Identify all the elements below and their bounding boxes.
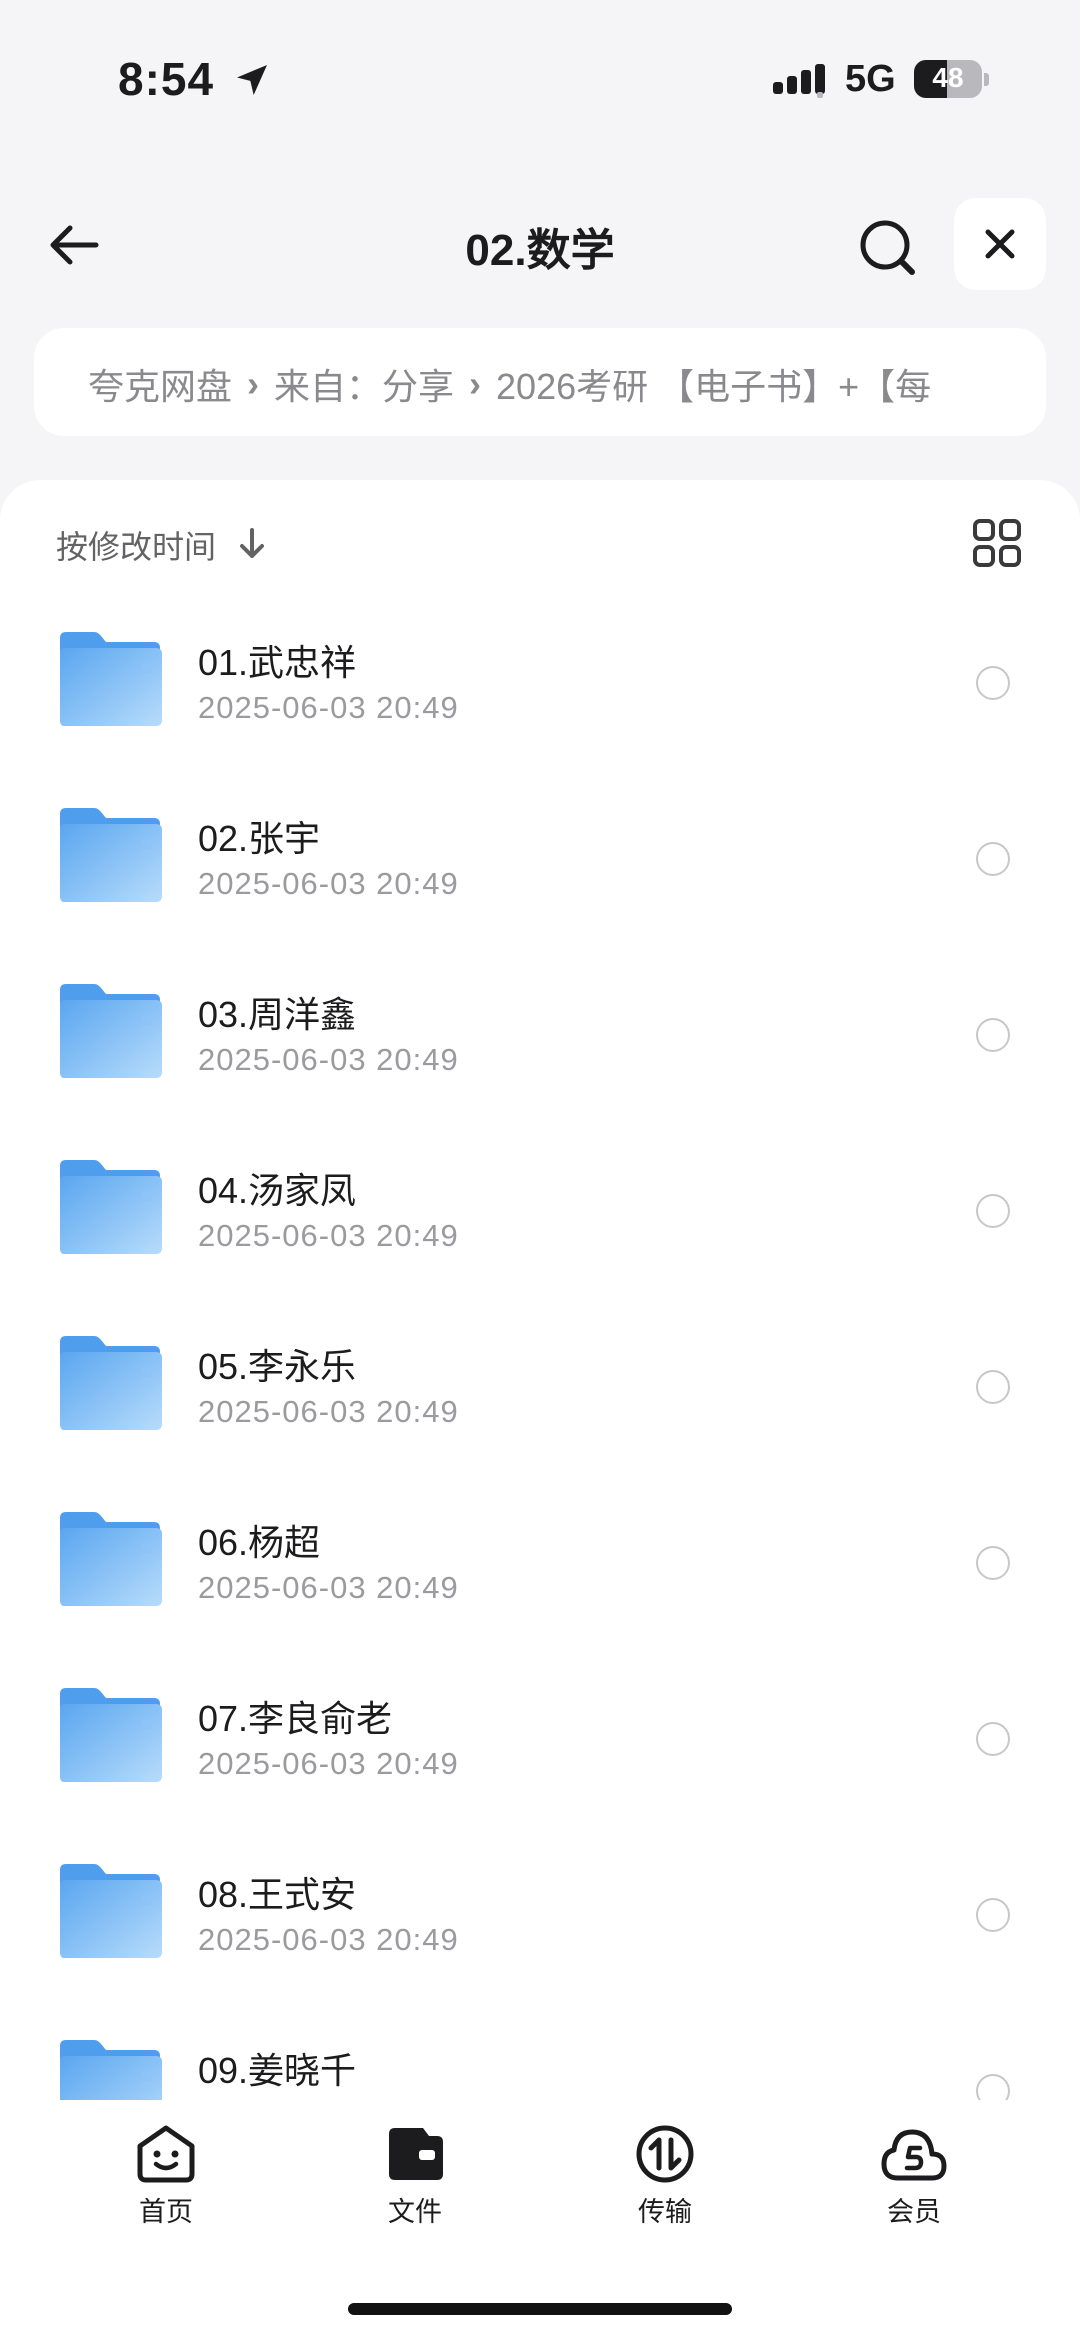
search-icon[interactable] [852, 212, 922, 282]
file-list-panel: 按修改时间 01.武忠祥 2025-06-03 20:49 02.张宇 2025-06… [0, 480, 1080, 2260]
arrow-down-icon[interactable] [236, 526, 268, 562]
sort-button[interactable]: 按修改时间 [56, 522, 216, 568]
tab-member-label: 会员 [887, 2197, 941, 2227]
list-item[interactable]: 01.武忠祥 2025-06-03 20:49 [0, 592, 1080, 768]
battery-percent: 48 [932, 62, 964, 93]
folder-icon [60, 1512, 162, 1606]
file-name: 04.汤家凤 [198, 1170, 357, 1211]
back-arrow-icon[interactable] [40, 210, 110, 280]
file-name: 02.张宇 [198, 818, 321, 859]
list-item[interactable]: 04.汤家凤 2025-06-03 20:49 [0, 1120, 1080, 1296]
folder-icon [60, 1864, 162, 1958]
folder-icon [60, 632, 162, 726]
folder-icon [60, 1336, 162, 1430]
file-date: 2025-06-03 20:49 [198, 1922, 459, 1957]
battery-icon: 48 [914, 60, 990, 98]
select-radio[interactable] [976, 1898, 1010, 1932]
list-item[interactable]: 07.李良俞老 2025-06-03 20:49 [0, 1648, 1080, 1824]
select-radio[interactable] [976, 666, 1010, 700]
wallet-icon [389, 2128, 443, 2180]
file-date: 2025-06-03 20:49 [198, 1746, 459, 1781]
list-item[interactable]: 08.王式安 2025-06-03 20:49 [0, 1824, 1080, 2000]
status-time: 8:54 [118, 53, 215, 105]
tab-files-label: 文件 [388, 2197, 442, 2227]
tab-home[interactable]: 首页 [86, 2124, 246, 2244]
folder-icon [60, 1688, 162, 1782]
file-name: 09.姜晓千 [198, 2050, 357, 2091]
breadcrumb: 夸克网盘 › 来自：分享 › 2026考研 【电子书】+【每 [34, 328, 1046, 436]
list-item[interactable]: 06.杨超 2025-06-03 20:49 [0, 1472, 1080, 1648]
tab-member[interactable]: 会员 [834, 2124, 994, 2244]
breadcrumb-item-root[interactable]: 夸克网盘 [88, 358, 232, 410]
file-date: 2025-06-03 20:49 [198, 690, 459, 725]
chevron-right-icon: › [469, 363, 482, 404]
location-arrow-icon [237, 65, 267, 95]
file-date: 2025-06-03 20:49 [198, 1218, 459, 1253]
close-button[interactable] [954, 198, 1046, 290]
status-bar: 8:54 5G 48 [0, 0, 1080, 160]
folder-icon [60, 1160, 162, 1254]
file-name: 06.杨超 [198, 1522, 321, 1563]
tab-transfer-label: 传输 [638, 2197, 692, 2227]
breadcrumb-item-folder[interactable]: 2026考研 【电子书】+【每 [496, 358, 931, 410]
tab-transfer[interactable]: 传输 [585, 2124, 745, 2244]
network-type: 5G [845, 58, 896, 100]
file-name: 07.李良俞老 [198, 1698, 393, 1739]
file-date: 2025-06-03 20:49 [198, 1570, 459, 1605]
select-radio[interactable] [976, 1722, 1010, 1756]
list-item[interactable]: 03.周洋鑫 2025-06-03 20:49 [0, 944, 1080, 1120]
list-item[interactable]: 05.李永乐 2025-06-03 20:49 [0, 1296, 1080, 1472]
folder-icon [60, 808, 162, 902]
file-name: 01.武忠祥 [198, 642, 357, 683]
tab-files[interactable]: 文件 [335, 2124, 495, 2244]
select-radio[interactable] [976, 842, 1010, 876]
select-radio[interactable] [976, 1018, 1010, 1052]
breadcrumb-item-share[interactable]: 来自：分享 [274, 358, 454, 410]
file-name: 05.李永乐 [198, 1346, 357, 1387]
tab-home-label: 首页 [139, 2197, 193, 2227]
folder-icon [60, 984, 162, 1078]
file-name: 08.王式安 [198, 1874, 357, 1915]
page-title: 02.数学 [465, 226, 615, 275]
list-item[interactable]: 02.张宇 2025-06-03 20:49 [0, 768, 1080, 944]
file-date: 2025-06-03 20:49 [198, 1394, 459, 1429]
transfer-icon [636, 2125, 694, 2183]
grid-view-icon[interactable] [972, 518, 1022, 568]
close-icon [985, 229, 1015, 259]
select-radio[interactable] [976, 1370, 1010, 1404]
file-name: 03.周洋鑫 [198, 994, 357, 1035]
select-radio[interactable] [976, 1194, 1010, 1228]
file-date: 2025-06-03 20:49 [198, 866, 459, 901]
smiley-icon [137, 2125, 195, 2183]
home-indicator [348, 2303, 732, 2315]
file-date: 2025-06-03 20:49 [198, 1042, 459, 1077]
signal-icon [773, 64, 825, 98]
file-list: 01.武忠祥 2025-06-03 20:49 02.张宇 2025-06-03 20… [0, 592, 1080, 2176]
chevron-right-icon: › [247, 363, 260, 404]
cloud-icon [881, 2129, 947, 2181]
select-radio[interactable] [976, 1546, 1010, 1580]
